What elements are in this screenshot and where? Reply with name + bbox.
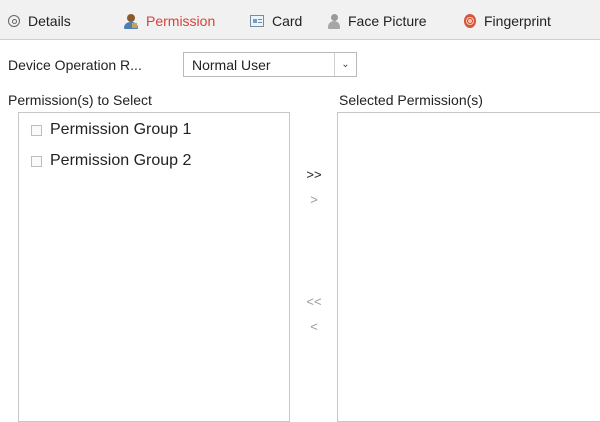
card-icon — [250, 15, 264, 27]
tab-fingerprint[interactable]: Fingerprint — [464, 10, 551, 32]
device-operation-value: Normal User — [192, 56, 271, 73]
checkbox[interactable] — [31, 155, 42, 167]
tab-bar: Details Permission Card Face Picture Fin… — [0, 0, 600, 40]
tab-permission[interactable]: Permission — [124, 10, 215, 32]
device-operation-label: Device Operation R... — [8, 57, 142, 73]
tab-fingerprint-label: Fingerprint — [484, 13, 551, 29]
tab-details-label: Details — [28, 13, 71, 29]
tab-details[interactable]: Details — [8, 10, 71, 32]
tab-permission-label: Permission — [146, 13, 216, 29]
gear-icon — [8, 15, 20, 27]
list-item-permission-group-1[interactable]: Permission Group 1 — [31, 119, 191, 141]
tab-face-picture[interactable]: Face Picture — [328, 10, 427, 32]
fingerprint-icon — [464, 14, 476, 28]
selected-permissions-header: Selected Permission(s) — [339, 92, 483, 108]
tab-card-label: Card — [272, 13, 303, 29]
checkbox[interactable] — [31, 124, 42, 136]
add-all-button[interactable]: >> — [300, 167, 328, 182]
add-button[interactable]: > — [300, 192, 328, 207]
remove-button[interactable]: < — [300, 319, 328, 334]
device-operation-row: Device Operation R... — [8, 52, 186, 78]
face-icon — [328, 13, 340, 29]
list-item-permission-group-2[interactable]: Permission Group 2 — [31, 150, 191, 172]
list-item-label: Permission Group 1 — [50, 121, 192, 138]
tab-card[interactable]: Card — [250, 10, 302, 32]
tab-face-picture-label: Face Picture — [348, 13, 427, 29]
selected-permissions-list[interactable] — [337, 112, 600, 422]
remove-all-button[interactable]: << — [300, 294, 328, 309]
device-operation-select[interactable]: Normal User ⌄ — [183, 52, 357, 77]
list-item-label: Permission Group 2 — [50, 152, 192, 169]
user-permission-icon — [124, 13, 138, 29]
chevron-down-icon[interactable]: ⌄ — [334, 53, 356, 76]
permissions-to-select-header: Permission(s) to Select — [8, 92, 152, 108]
